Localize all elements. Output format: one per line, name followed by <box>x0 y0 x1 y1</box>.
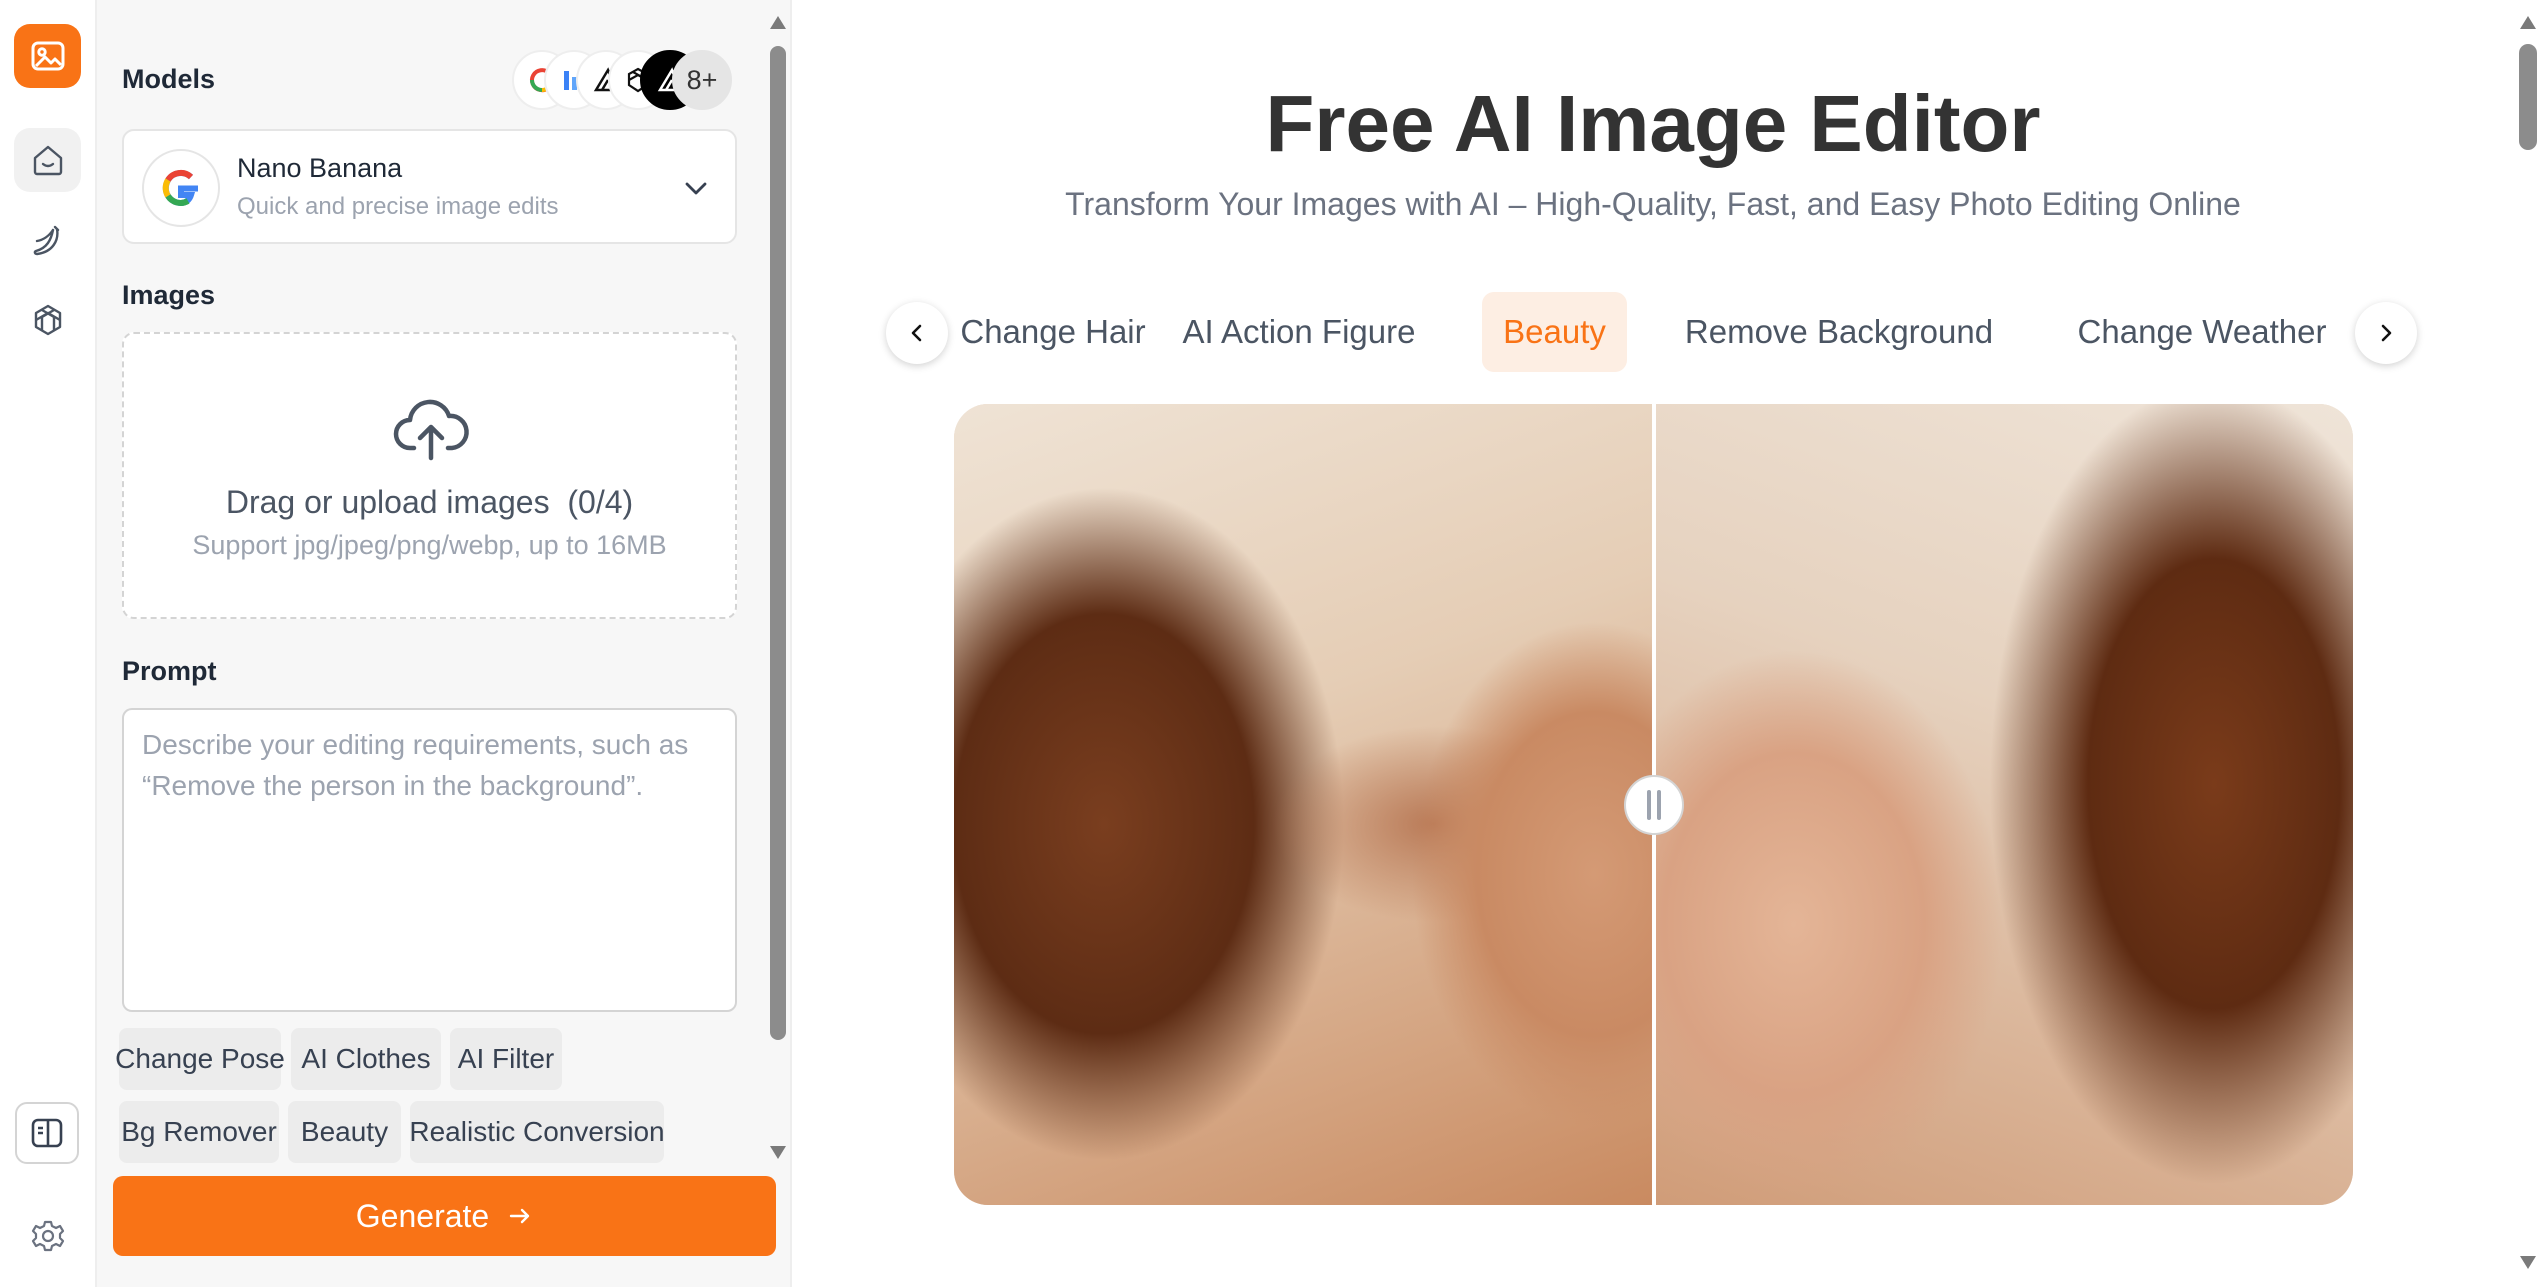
images-label: Images <box>122 280 216 310</box>
app-logo-icon[interactable] <box>14 24 81 88</box>
image-upload-dropzone[interactable]: Drag or upload images (0/4) Support jpg/… <box>122 332 737 619</box>
upload-title: Drag or upload images (0/4) <box>225 484 634 520</box>
tab-change-hair[interactable]: Change Hair <box>958 292 1148 372</box>
chevron-right-icon <box>2381 324 2392 342</box>
prompt-label: Prompt <box>122 656 217 686</box>
main-content: Free AI Image Editor Transform Your Imag… <box>792 0 2514 1287</box>
tab-ai-action-figure[interactable]: AI Action Figure <box>1163 292 1435 372</box>
model-select[interactable]: Nano Banana Quick and precise image edit… <box>122 129 737 244</box>
scroll-down-arrow-icon[interactable] <box>2520 1256 2536 1269</box>
tab-remove-background[interactable]: Remove Background <box>1666 292 2012 372</box>
comparison-slider-handle[interactable] <box>1624 775 1684 835</box>
model-description: Quick and precise image edits <box>237 193 559 220</box>
scroll-up-arrow-icon[interactable] <box>2520 16 2536 29</box>
model-icons-row[interactable]: 8+ <box>512 50 742 110</box>
tab-beauty[interactable]: Beauty <box>1482 292 1627 372</box>
chip-bg-remover[interactable]: Bg Remover <box>119 1101 279 1163</box>
chevron-left-icon <box>911 324 922 342</box>
icon-rail <box>0 0 97 1287</box>
editor-panel: Models 8+ Nano Banana Quick and precise … <box>97 0 792 1287</box>
banana-icon[interactable] <box>14 209 81 273</box>
chip-beauty[interactable]: Beauty <box>288 1101 401 1163</box>
chevron-down-icon[interactable] <box>679 171 713 205</box>
openai-icon[interactable] <box>14 288 81 352</box>
before-image <box>954 404 1654 1205</box>
upload-subtitle: Support jpg/jpeg/png/webp, up to 16MB <box>192 530 667 560</box>
page-title: Free AI Image Editor <box>1265 79 2041 168</box>
arrow-right-icon <box>510 1208 530 1224</box>
gear-icon[interactable] <box>14 1204 81 1268</box>
generate-label: Generate <box>355 1197 490 1234</box>
scroll-down-arrow-icon[interactable] <box>770 1146 786 1159</box>
scrollbar-thumb[interactable] <box>770 46 786 1040</box>
scrollbar-thumb[interactable] <box>2519 44 2537 150</box>
tabs-next-button[interactable] <box>2355 302 2417 364</box>
chip-realistic-conversion[interactable]: Realistic Conversion <box>409 1101 665 1163</box>
page-subtitle: Transform Your Images with AI – High-Qua… <box>1065 186 2241 222</box>
chip-change-pose[interactable]: Change Pose <box>115 1028 285 1090</box>
tab-change-weather[interactable]: Change Weather <box>2052 292 2352 372</box>
feature-tabs: Change Hair AI Action Figure Beauty Remo… <box>886 292 2419 372</box>
generate-button[interactable]: Generate <box>113 1176 776 1256</box>
google-icon <box>142 149 220 227</box>
chip-ai-filter[interactable]: AI Filter <box>450 1028 562 1090</box>
after-image <box>1654 404 2353 1205</box>
page-scrollbar[interactable] <box>2514 0 2543 1287</box>
models-label: Models <box>122 64 216 94</box>
chip-ai-clothes[interactable]: AI Clothes <box>291 1028 441 1090</box>
model-name: Nano Banana <box>237 153 403 183</box>
more-models-badge[interactable]: 8+ <box>672 50 732 110</box>
home-icon[interactable] <box>14 128 81 192</box>
panel-toggle-icon[interactable] <box>15 1102 79 1164</box>
scroll-up-arrow-icon[interactable] <box>770 16 786 29</box>
prompt-input[interactable] <box>122 708 737 1012</box>
cloud-upload-icon <box>393 399 469 461</box>
tabs-prev-button[interactable] <box>886 302 948 364</box>
panel-scrollbar[interactable] <box>767 0 789 1170</box>
before-after-comparison[interactable] <box>954 404 2353 1205</box>
